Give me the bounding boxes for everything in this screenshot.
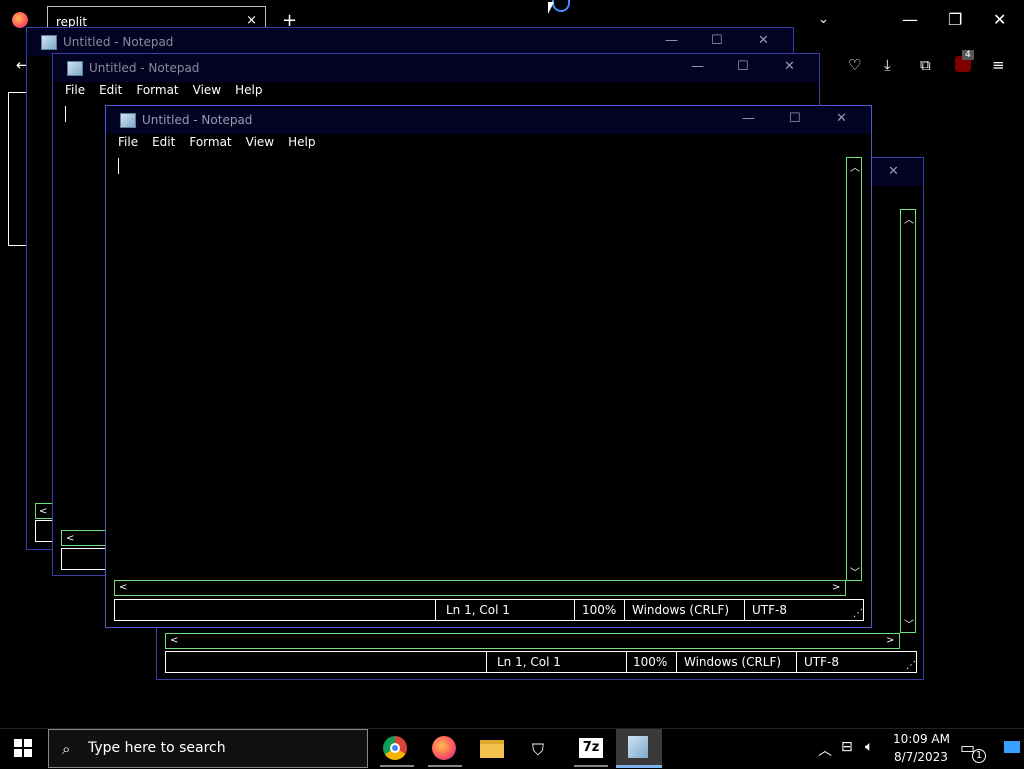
menu-bar: File Edit Format View Help [118,135,315,149]
scroll-left-icon[interactable]: < [66,533,74,544]
7zip-icon[interactable]: 7z [579,738,603,758]
firefox-active-indicator [428,765,462,767]
menu-icon[interactable]: ≡ [992,56,1005,74]
window-title: Untitled - Notepad [89,61,200,75]
menu-help[interactable]: Help [288,135,315,149]
search-icon: ⌕ [62,740,71,758]
menu-format[interactable]: Format [136,83,178,97]
close-icon[interactable]: ✕ [836,111,847,126]
scroll-down-icon[interactable]: ﹀ [904,616,914,631]
volume-icon[interactable]: 🔈︎ [865,739,873,755]
menu-format[interactable]: Format [189,135,231,149]
maximize-icon[interactable]: ☐ [711,33,723,48]
status-line-ending: Windows (CRLF) [684,655,782,669]
status-zoom: 100% [633,655,668,669]
browser-minimize-icon[interactable]: — [902,10,918,29]
store-icon[interactable]: ⛉ [532,740,550,759]
browser-restore-icon[interactable]: ❐ [948,10,962,29]
7zip-active-indicator [574,765,608,767]
menu-bar: File Edit Format View Help [65,83,262,97]
minimize-icon[interactable]: — [665,33,678,48]
download-icon[interactable]: ⤓ [884,56,891,74]
window-title: Untitled - Notepad [142,113,253,127]
chrome-icon[interactable] [383,736,407,760]
menu-view[interactable]: View [193,83,221,97]
extensions-icon[interactable]: ⧉ [920,56,931,74]
vertical-scrollbar[interactable]: ︿ ﹀ [900,209,916,633]
chrome-active-indicator [380,765,414,767]
menu-file[interactable]: File [65,83,85,97]
maximize-icon[interactable]: ☐ [789,111,801,126]
scroll-left-icon[interactable]: < [119,582,127,593]
search-placeholder: Type here to search [88,740,226,756]
titlebar[interactable]: Untitled - Notepad — ☐ ✕ [106,106,871,134]
show-desktop-icon[interactable] [1004,741,1020,753]
minimize-icon[interactable]: — [742,111,755,126]
network-icon[interactable]: ⊟ [841,739,853,755]
close-icon[interactable]: ✕ [758,33,769,48]
notepad-window-active[interactable]: Untitled - Notepad — ☐ ✕ File Edit Forma… [105,105,872,628]
firefox-icon[interactable] [432,736,456,760]
close-icon[interactable]: ✕ [888,164,899,179]
status-zoom: 100% [582,603,617,617]
window-title: Untitled - Notepad [63,35,174,49]
vertical-scrollbar[interactable]: ︿ ﹀ [846,157,862,581]
menu-edit[interactable]: Edit [99,83,122,97]
status-line-ending: Windows (CRLF) [632,603,730,617]
scroll-left-icon[interactable]: < [170,635,178,646]
status-position: Ln 1, Col 1 [497,655,561,669]
horizontal-scrollbar[interactable]: < > [114,580,846,596]
mouse-pointer-icon [548,2,554,14]
status-encoding: UTF-8 [804,655,839,669]
status-bar: Ln 1, Col 1 100% Windows (CRLF) UTF-8 ⋰ [114,599,864,621]
minimize-icon[interactable]: — [691,59,704,74]
notepad-icon [41,35,57,50]
firefox-icon [12,12,28,28]
extension-badge: 4 [962,50,974,60]
text-editor-area[interactable] [114,156,845,580]
scroll-down-icon[interactable]: ﹀ [850,564,860,579]
tab-close-icon[interactable]: × [246,13,257,28]
menu-edit[interactable]: Edit [152,135,175,149]
menu-help[interactable]: Help [235,83,262,97]
notepad-icon [67,61,83,76]
scroll-up-icon[interactable]: ︿ [850,159,860,174]
clock-date[interactable]: 8/7/2023 [894,750,948,764]
titlebar[interactable]: Untitled - Notepad — ☐ ✕ [53,54,819,82]
pocket-icon[interactable]: ♡ [848,56,861,74]
clock-time[interactable]: 10:09 AM [893,732,950,746]
titlebar[interactable]: Untitled - Notepad — ☐ ✕ [27,28,793,56]
text-caret [118,158,119,174]
notification-count: 1 [972,749,986,763]
scroll-right-icon[interactable]: > [886,635,894,646]
maximize-icon[interactable]: ☐ [737,59,749,74]
text-caret [65,106,66,122]
tab-list-chevron-icon[interactable]: ⌄ [818,12,829,27]
menu-view[interactable]: View [246,135,274,149]
close-icon[interactable]: ✕ [784,59,795,74]
file-explorer-icon[interactable] [480,740,504,758]
horizontal-scrollbar[interactable]: < > [165,633,900,649]
tray-chevron-icon[interactable]: ︿ [818,740,832,760]
notepad-icon [628,736,648,758]
resize-grip-icon[interactable]: ⋰ [853,608,863,619]
scroll-up-icon[interactable]: ︿ [904,211,914,226]
status-position: Ln 1, Col 1 [446,603,510,617]
status-encoding: UTF-8 [752,603,787,617]
notepad-icon [120,113,136,128]
scroll-right-icon[interactable]: > [832,582,840,593]
menu-file[interactable]: File [118,135,138,149]
resize-grip-icon[interactable]: ⋰ [906,660,916,671]
status-bar [61,548,111,570]
browser-close-icon[interactable]: ✕ [993,10,1006,29]
windows-start-icon[interactable] [14,739,32,757]
status-bar: Ln 1, Col 1 100% Windows (CRLF) UTF-8 ⋰ [165,651,917,673]
page-frame [8,92,27,246]
